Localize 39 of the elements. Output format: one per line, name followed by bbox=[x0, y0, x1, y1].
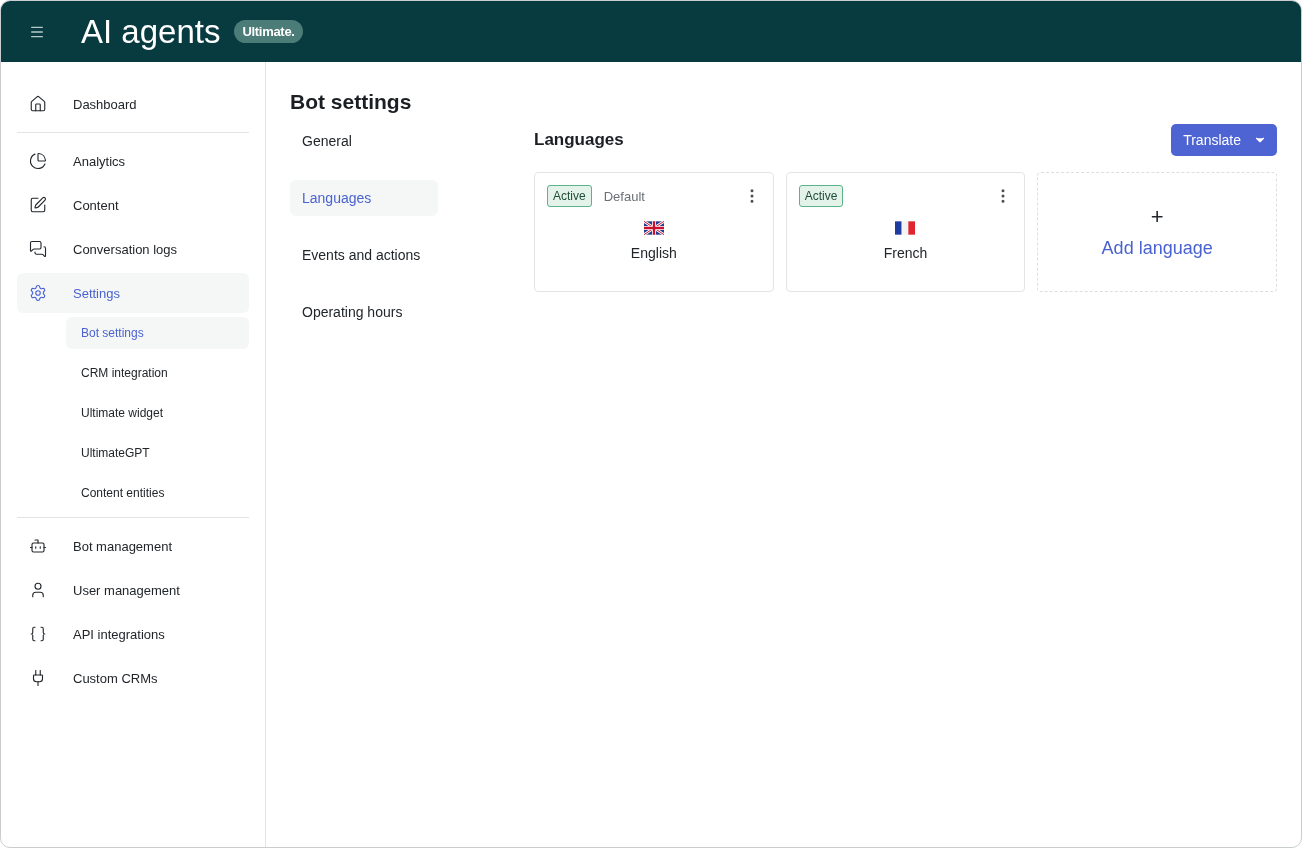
sidebar-item[interactable]: Dashboard bbox=[17, 84, 249, 124]
sidebar-item[interactable]: User management bbox=[17, 570, 249, 610]
add-language-button[interactable]: + Add language bbox=[1037, 172, 1277, 292]
sidebar-subitem[interactable]: Content entities bbox=[66, 477, 249, 509]
status-badge: Active bbox=[798, 185, 844, 207]
language-name: English bbox=[630, 245, 677, 261]
robot-icon bbox=[29, 537, 47, 555]
app-title: AI agents bbox=[81, 12, 221, 51]
home-icon bbox=[29, 95, 47, 113]
sidebar-item[interactable]: API integrations bbox=[17, 614, 249, 654]
plan-badge: Ultimate. bbox=[234, 20, 303, 43]
language-name: French bbox=[883, 245, 928, 261]
default-label: Default bbox=[603, 188, 646, 204]
settings-tab[interactable]: Events and actions bbox=[290, 237, 438, 273]
settings-tab[interactable]: General bbox=[290, 123, 438, 159]
braces-icon bbox=[29, 625, 47, 643]
sidebar-subitem[interactable]: Ultimate widget bbox=[66, 397, 249, 429]
pie-chart-icon bbox=[29, 152, 47, 170]
page-title: Bot settings bbox=[290, 90, 413, 114]
settings-tab[interactable]: Languages bbox=[290, 180, 438, 216]
chat-bubbles-icon bbox=[29, 240, 47, 258]
sidebar-item[interactable]: Analytics bbox=[17, 141, 249, 181]
uk-flag-icon bbox=[643, 221, 664, 235]
sidebar-subitem[interactable]: Bot settings bbox=[66, 317, 249, 349]
status-badge: Active bbox=[547, 185, 592, 207]
sidebar-item[interactable]: Bot management bbox=[17, 526, 249, 566]
section-title: Languages bbox=[534, 130, 624, 150]
edit-icon bbox=[29, 196, 47, 214]
settings-icon bbox=[29, 284, 47, 302]
sidebar-subitem[interactable]: UltimateGPT bbox=[66, 437, 249, 469]
sidebar-item[interactable]: Custom CRMs bbox=[17, 658, 249, 698]
sidebar-subitem[interactable]: CRM integration bbox=[66, 357, 249, 389]
sidebar-item[interactable]: Settings bbox=[17, 273, 249, 313]
user-icon bbox=[29, 581, 47, 599]
translate-button[interactable]: Translate bbox=[1171, 124, 1277, 156]
sidebar-item[interactable]: Conversation logs bbox=[17, 229, 249, 269]
france-flag-icon bbox=[895, 221, 916, 235]
settings-tab[interactable]: Operating hours bbox=[290, 294, 438, 330]
sidebar-item[interactable]: Content bbox=[17, 185, 249, 225]
